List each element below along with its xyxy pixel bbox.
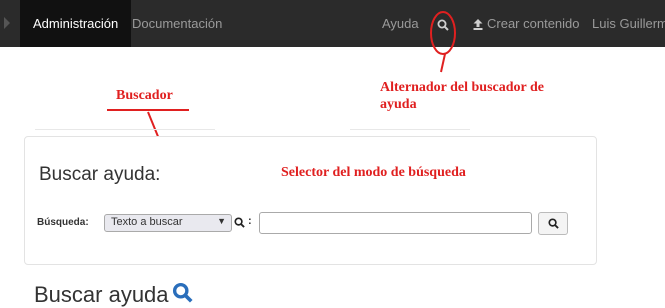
annotation-mode-selector: Selector del modo de búsqueda	[281, 165, 466, 180]
search-mode-select[interactable]: Texto a buscar ▼	[104, 214, 232, 232]
search-label: Búsqueda:	[37, 217, 89, 228]
tab-underline-left	[35, 129, 215, 130]
search-form: Búsqueda: Texto a buscar ▼ :	[37, 212, 577, 236]
search-icon	[437, 19, 449, 31]
annotation-search-toggle: Alternador del buscador de ayuda	[380, 80, 544, 112]
upload-icon	[473, 19, 483, 31]
top-navigation-bar: Administración Documentación Ayuda Crear…	[0, 0, 665, 47]
nav-create-content-label: Crear contenido	[487, 16, 580, 31]
help-search-panel: Buscar ayuda: Búsqueda: Texto a buscar ▼…	[24, 136, 597, 265]
search-toggle-button[interactable]	[430, 0, 456, 47]
nav-help[interactable]: Ayuda	[382, 0, 419, 47]
search-icon	[234, 217, 245, 228]
search-toggle-pointer-line	[440, 53, 446, 73]
search-colon: :	[248, 215, 252, 227]
page-heading: Buscar ayuda	[34, 282, 193, 308]
nav-user-menu[interactable]: Luis Guillermo	[592, 0, 665, 47]
nav-documentation[interactable]: Documentación	[132, 0, 222, 47]
nav-create-content[interactable]: Crear contenido	[473, 0, 580, 47]
tab-underline-right	[350, 129, 470, 130]
search-input[interactable]	[259, 212, 532, 234]
nav-administration[interactable]: Administración	[20, 0, 132, 47]
search-icon	[547, 218, 559, 229]
search-icon[interactable]	[172, 282, 193, 303]
annotation-searcher: Buscador	[116, 88, 173, 103]
search-mode-value: Texto a buscar	[111, 216, 183, 228]
scroll-left-arrow-icon[interactable]	[4, 17, 10, 29]
page-heading-text: Buscar ayuda	[34, 282, 169, 307]
search-submit-button[interactable]	[538, 212, 568, 235]
panel-title: Buscar ayuda:	[39, 164, 161, 185]
chevron-down-icon: ▼	[217, 216, 226, 226]
